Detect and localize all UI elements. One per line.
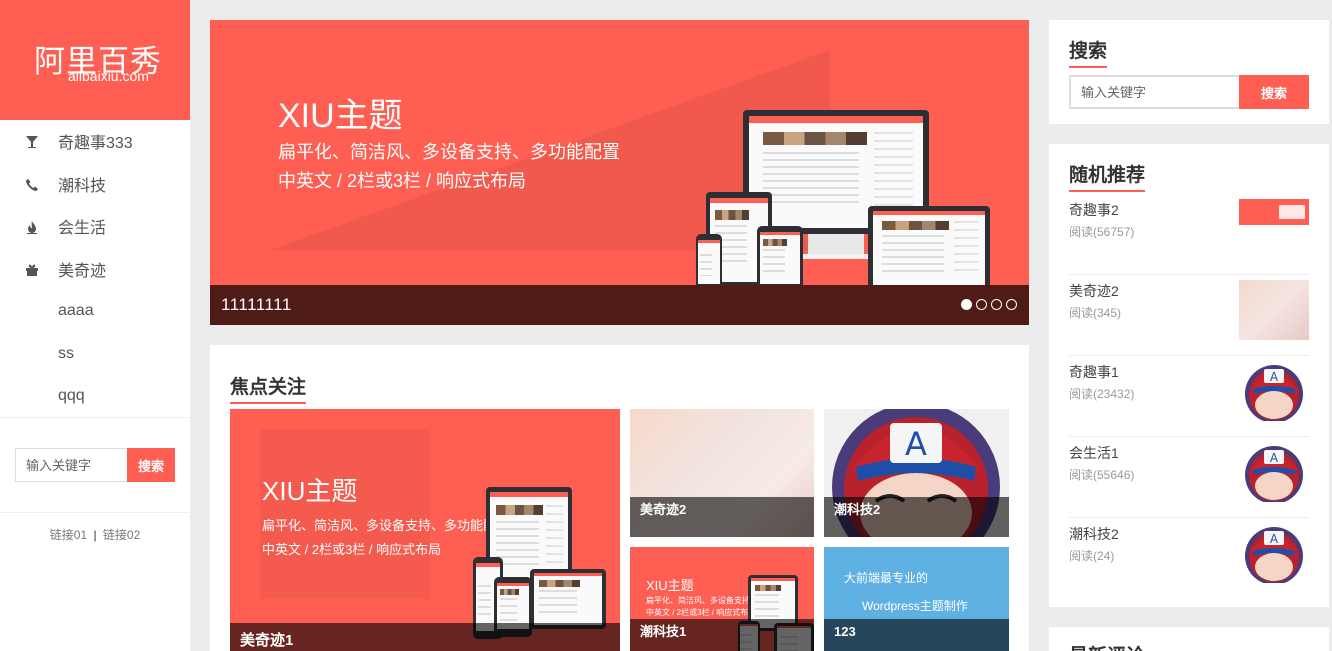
item-thumbnail[interactable]: A: [1239, 361, 1309, 421]
nav-item-qqq[interactable]: qqq: [0, 375, 190, 418]
recommend-widget: 随机推荐 奇趣事2 阅读(56757) 美奇迹2 阅读(345) 奇趣事1 阅读…: [1049, 144, 1329, 607]
nav-item-label: 奇趣事333: [58, 135, 133, 153]
nav-item-label: 美奇迹: [58, 262, 107, 280]
item-title[interactable]: 会生活1: [1069, 443, 1119, 463]
sidebar-search-button[interactable]: 搜索: [127, 448, 175, 482]
svg-text:A: A: [1270, 370, 1279, 384]
phone-icon: [0, 176, 58, 192]
slide-title: XIU主题: [278, 97, 403, 135]
comments-widget: 最新评论: [1049, 627, 1329, 651]
item-title[interactable]: 美奇迹2: [1069, 281, 1119, 301]
divider: [0, 512, 190, 513]
site-logo[interactable]: 阿里百秀 alibaixiu.com: [0, 0, 190, 120]
gift-icon: [0, 261, 58, 277]
banner-text: Wordpress主题制作: [862, 599, 968, 613]
focus-item-caption: 潮科技2: [824, 497, 1009, 537]
svg-text:A: A: [1270, 532, 1279, 546]
focus-item[interactable]: XIU主题 扁平化、简洁风、多设备支持、多功能配置 中英文 / 2栏或3栏 / …: [230, 409, 620, 651]
section-title: 搜索: [1069, 36, 1108, 68]
item-thumbnail[interactable]: [1239, 280, 1309, 340]
divider: [0, 417, 190, 418]
nav-item-label: 潮科技: [58, 177, 107, 195]
slider-pagination: [961, 299, 1017, 310]
search-form: 搜索: [1069, 75, 1309, 109]
item-thumbnail[interactable]: [1239, 199, 1309, 225]
focus-item[interactable]: XIU主题 扁平化、简洁风、多设备支持、多功能配置 中英文 / 2栏或3栏 / …: [630, 547, 814, 651]
focus-item-caption: 美奇迹1: [230, 623, 620, 651]
section-title: 随机推荐: [1069, 160, 1146, 192]
item-read-count: 阅读(24): [1069, 549, 1115, 563]
link-01[interactable]: 链接01: [50, 528, 87, 542]
cartoon-avatar-image: A: [1245, 446, 1303, 502]
fire-icon: [0, 218, 58, 235]
link-separator: |: [93, 528, 97, 542]
recommend-list: 奇趣事2 阅读(56757) 美奇迹2 阅读(345) 奇趣事1 阅读(2343…: [1069, 194, 1309, 599]
focus-item-caption: 美奇迹2: [630, 497, 814, 537]
nav-item-aaaa[interactable]: aaaa: [0, 290, 190, 333]
sidebar-search-input[interactable]: [15, 448, 127, 482]
focus-banner-subtitle: 中英文 / 2栏或3栏 / 响应式布局: [646, 608, 757, 617]
cartoon-avatar-image: A: [1245, 365, 1303, 421]
nav-item-label: aaaa: [58, 302, 94, 320]
left-sidebar: 阿里百秀 alibaixiu.com 奇趣事333 潮科技 会生活 美奇迹 aa…: [0, 0, 190, 651]
logo-domain: alibaixiu.com: [68, 68, 149, 84]
list-item[interactable]: 会生活1 阅读(55646) A: [1069, 437, 1309, 518]
item-read-count: 阅读(23432): [1069, 387, 1135, 401]
cartoon-avatar-image: A: [1245, 527, 1303, 583]
item-thumbnail[interactable]: A: [1239, 442, 1309, 502]
hero-slider[interactable]: XIU主题 扁平化、简洁风、多设备支持、多功能配置 中英文 / 2栏或3栏 / …: [210, 20, 1029, 325]
banner-text: 大前端最专业的: [844, 571, 929, 585]
focus-section: 焦点关注 XIU主题 扁平化、简洁风、多设备支持、多功能配置 中英文 / 2栏或…: [210, 345, 1029, 651]
search-button[interactable]: 搜索: [1239, 75, 1309, 109]
list-item[interactable]: 潮科技2 阅读(24) A: [1069, 518, 1309, 599]
slide-subtitle: 中英文 / 2栏或3栏 / 响应式布局: [278, 171, 527, 191]
slide-caption[interactable]: 11111111: [210, 285, 1029, 325]
nav-item-ss[interactable]: ss: [0, 333, 190, 376]
list-item[interactable]: 奇趣事2 阅读(56757): [1069, 194, 1309, 275]
section-title: 焦点关注: [230, 372, 307, 404]
nav-item-label: ss: [58, 344, 74, 362]
nav-item-chaokeji[interactable]: 潮科技: [0, 163, 190, 206]
focus-banner-subtitle: 扁平化、简洁风、多设备支持、多功能配置: [262, 518, 510, 533]
nav-item-label: 会生活: [58, 220, 107, 238]
search-widget: 搜索 搜索: [1049, 20, 1329, 124]
slider-dot[interactable]: [961, 299, 972, 310]
list-item[interactable]: 奇趣事1 阅读(23432) A: [1069, 356, 1309, 437]
slider-dot[interactable]: [991, 299, 1002, 310]
focus-item-caption: 123: [824, 619, 1009, 651]
link-02[interactable]: 链接02: [103, 528, 140, 542]
list-item[interactable]: 美奇迹2 阅读(345): [1069, 275, 1309, 356]
focus-item[interactable]: 美奇迹2: [630, 409, 814, 537]
focus-banner-subtitle: 中英文 / 2栏或3栏 / 响应式布局: [262, 542, 442, 557]
svg-text:A: A: [905, 425, 927, 463]
item-title[interactable]: 潮科技2: [1069, 524, 1119, 544]
nav-item-qiqushi[interactable]: 奇趣事333: [0, 120, 190, 163]
item-title[interactable]: 奇趣事2: [1069, 200, 1119, 220]
search-input[interactable]: [1069, 75, 1239, 109]
glass-icon: [0, 133, 58, 149]
nav-item-label: qqq: [58, 387, 85, 405]
nav-item-huishenghuo[interactable]: 会生活: [0, 205, 190, 248]
focus-item-caption: 潮科技1: [630, 619, 814, 651]
section-title: 最新评论: [1069, 641, 1145, 651]
sidebar-search: 搜索: [15, 448, 175, 482]
slider-dot[interactable]: [1006, 299, 1017, 310]
item-thumbnail[interactable]: A: [1239, 523, 1309, 583]
focus-banner-title: XIU主题: [646, 578, 694, 593]
sidebar-links: 链接01 | 链接02: [0, 526, 190, 543]
slider-dot[interactable]: [976, 299, 987, 310]
svg-text:A: A: [1270, 451, 1279, 465]
nav-item-meiqiji[interactable]: 美奇迹: [0, 248, 190, 291]
item-read-count: 阅读(56757): [1069, 225, 1135, 239]
main-nav: 奇趣事333 潮科技 会生活 美奇迹 aaaa ss qqq: [0, 120, 190, 418]
item-title[interactable]: 奇趣事1: [1069, 362, 1119, 382]
focus-item[interactable]: A 潮科技2: [824, 409, 1009, 537]
item-read-count: 阅读(55646): [1069, 468, 1135, 482]
slide-subtitle: 扁平化、简洁风、多设备支持、多功能配置: [278, 142, 620, 162]
focus-item[interactable]: 大前端最专业的 Wordpress主题制作 123: [824, 547, 1009, 651]
item-read-count: 阅读(345): [1069, 306, 1122, 320]
focus-banner-title: XIU主题: [262, 476, 358, 506]
